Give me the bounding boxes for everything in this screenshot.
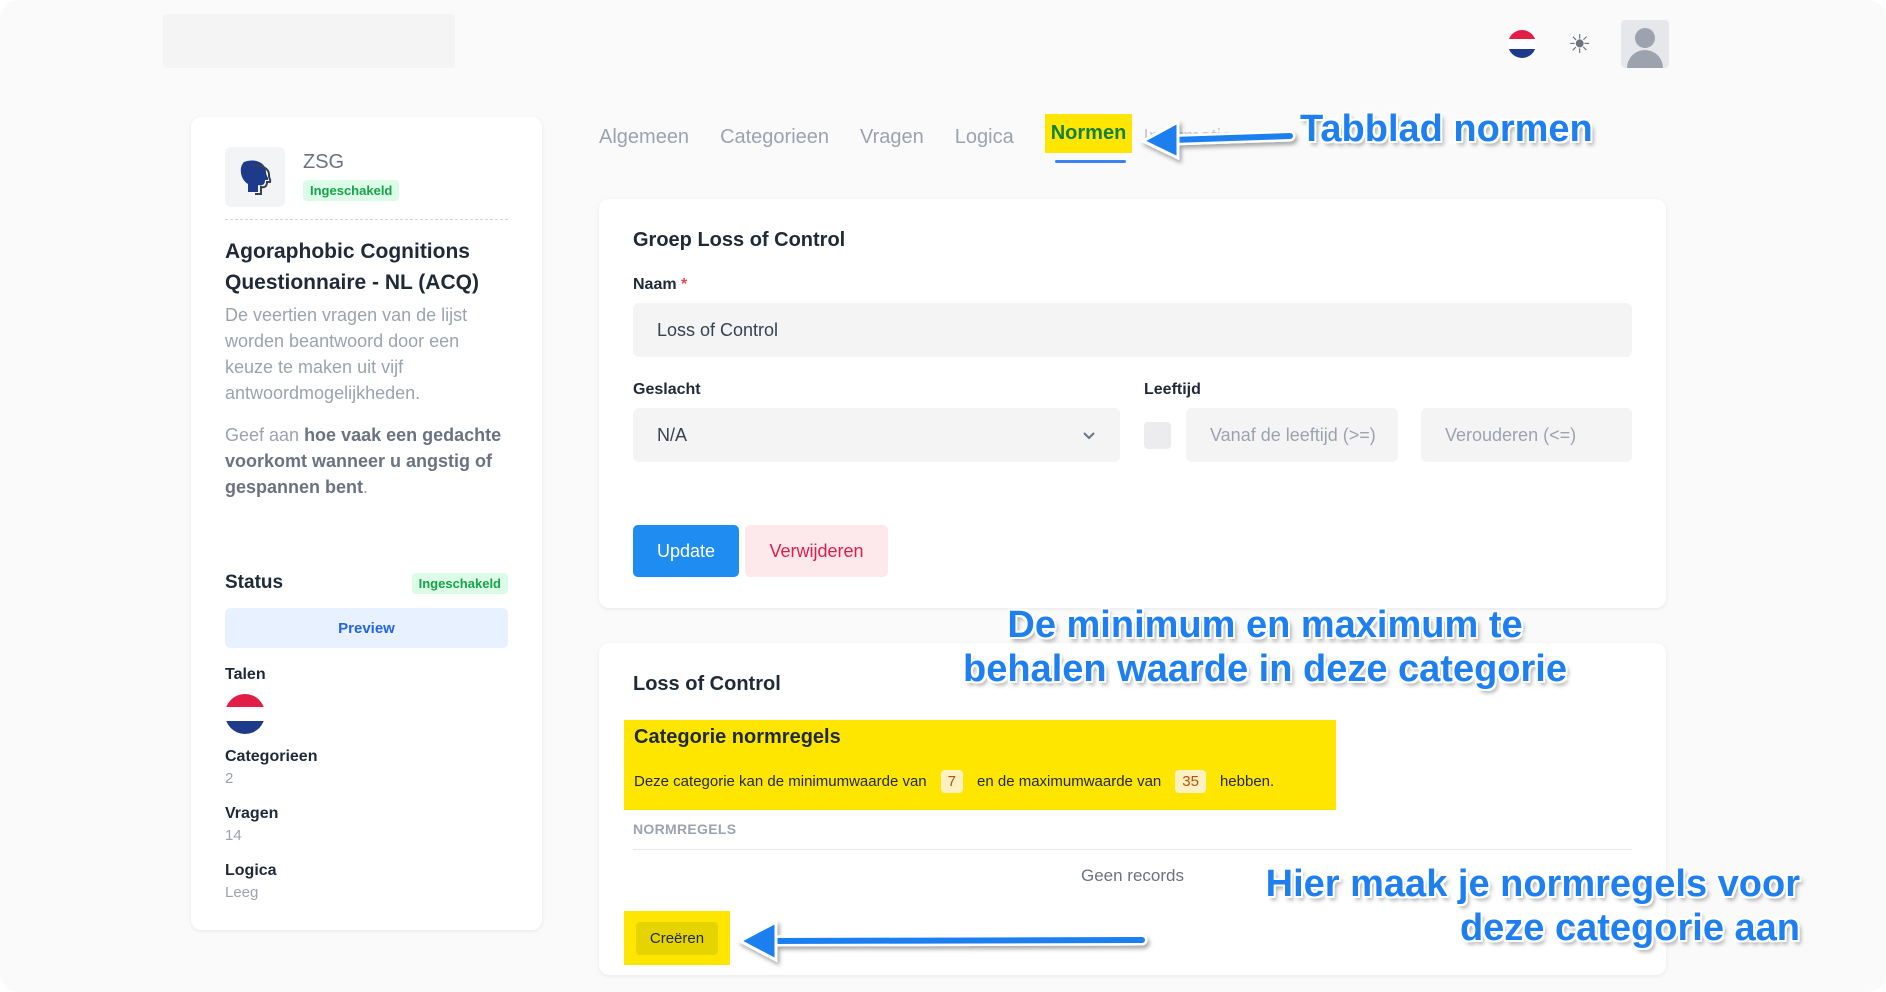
tab-logica[interactable]: Logica [955, 120, 1014, 155]
status-badge: Ingeschakeld [411, 572, 508, 594]
name-input[interactable]: Loss of Control [633, 303, 1632, 357]
group-form-card: Groep Loss of Control Naam * Loss of Con… [599, 199, 1666, 608]
tab-bar: Algemeen Categorieen Vragen Logica Norme… [599, 114, 1263, 170]
questions-value: 14 [225, 827, 242, 844]
app-window: ☀ ZSG Ingeschakeld Agoraphobic Cognition… [0, 0, 1886, 992]
group-title: Groep Loss of Control [633, 229, 846, 251]
update-button[interactable]: Update [633, 525, 739, 577]
age-inputs: Vanaf de leeftijd (>=) Verouderen (<=) [1144, 408, 1632, 462]
user-avatar-icon[interactable] [1621, 20, 1670, 68]
tab-informatie[interactable]: Informatie [1143, 120, 1232, 155]
flag-nl-icon[interactable] [1508, 30, 1536, 58]
delete-button[interactable]: Verwijderen [745, 525, 888, 577]
age-to-input[interactable]: Verouderen (<=) [1421, 408, 1632, 462]
questions-label: Vragen [225, 805, 279, 822]
status-label: Status [225, 572, 284, 593]
annotation-tab-normen: Tabblad normen [1300, 108, 1593, 150]
divider [225, 219, 508, 220]
annotation-range: De minimum en maximum te behalen waarde … [963, 604, 1567, 690]
gender-select-value: N/A [657, 424, 688, 445]
rules-text: Deze categorie kan de minimumwaarde van 7… [634, 770, 1274, 793]
header-actions: ☀ [1508, 20, 1670, 68]
app-name: ZSG [303, 151, 345, 173]
rules-heading: Categorie normregels [634, 726, 841, 748]
tab-categorieen[interactable]: Categorieen [720, 120, 829, 155]
questionnaire-title: Agoraphobic Cognitions Questionnaire - N… [225, 240, 479, 294]
age-field: Leeftijd Vanaf de leeftijd (>=) Verouder… [1144, 381, 1632, 462]
sun-icon[interactable]: ☀ [1568, 31, 1591, 57]
gender-field: Geslacht N/A [633, 381, 1120, 462]
categories-value: 2 [225, 770, 234, 787]
tab-vragen[interactable]: Vragen [860, 120, 924, 155]
form-actions: Update Verwijderen [633, 525, 1632, 577]
name-label: Naam * [633, 276, 688, 293]
questionnaire-description: De veertien vragen van de lijst worden b… [225, 305, 468, 403]
app-header: ZSG Ingeschakeld [225, 147, 508, 207]
age-label: Leeftijd [1144, 381, 1201, 398]
gender-label: Geslacht [633, 381, 701, 398]
status-row: Status Ingeschakeld [225, 572, 508, 594]
rules-highlight: Categorie normregels Deze categorie kan … [624, 720, 1336, 810]
logic-label: Logica [225, 862, 277, 879]
gender-select[interactable]: N/A [633, 408, 1120, 462]
create-highlight: Creëren [624, 911, 730, 965]
questionnaire-sidebar: ZSG Ingeschakeld Agoraphobic Cognitions … [191, 117, 542, 930]
preview-button[interactable]: Preview [225, 608, 508, 648]
create-button[interactable]: Creëren [635, 921, 719, 955]
min-value-badge: 7 [940, 770, 963, 793]
logic-value: Leeg [225, 884, 259, 901]
questionnaire-instruction: Geef aan hoe vaak een gedachte voorkomt … [225, 425, 502, 497]
languages-label: Talen [225, 666, 266, 683]
norm-rules-section-label: NORMREGELS [633, 821, 737, 837]
logo-placeholder [163, 14, 455, 68]
tab-normen[interactable]: Normen [1044, 114, 1133, 163]
norms-card-title: Loss of Control [633, 673, 781, 695]
gender-age-row: Geslacht N/A Leeftijd Vanaf de leeftijd … [633, 381, 1632, 462]
enabled-badge: Ingeschakeld [303, 180, 400, 201]
age-from-input[interactable]: Vanaf de leeftijd (>=) [1186, 408, 1398, 462]
chevron-down-icon [1082, 425, 1096, 446]
age-checkbox[interactable] [1144, 421, 1171, 449]
head-profile-icon [225, 147, 285, 207]
categories-label: Categorieen [225, 748, 318, 765]
flag-nl-icon[interactable] [225, 694, 265, 734]
table-divider [633, 849, 1632, 850]
max-value-badge: 35 [1175, 770, 1206, 793]
tab-algemeen[interactable]: Algemeen [599, 120, 689, 155]
annotation-create: Hier maak je normregels voor deze catego… [1265, 863, 1800, 949]
